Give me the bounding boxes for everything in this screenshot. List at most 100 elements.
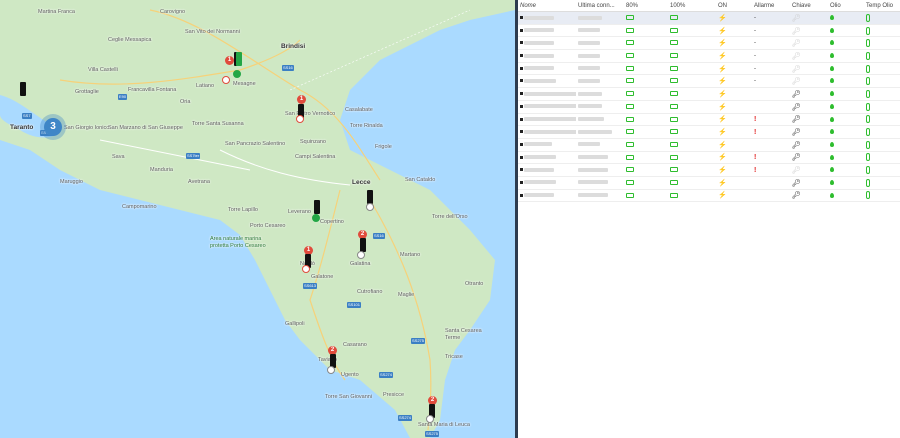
cell-on: ⚡ <box>716 163 752 177</box>
column-header-allarme[interactable]: Allarme <box>752 0 790 12</box>
table-row[interactable]: ⚡ 🔑︎ <box>518 100 900 114</box>
cell-80 <box>624 74 668 89</box>
map-label-30: Leverano <box>288 209 311 215</box>
map-marker-ring[interactable] <box>233 70 241 78</box>
row-bullet <box>520 117 523 121</box>
redacted-name <box>524 78 557 83</box>
key-icon: 🔑︎ <box>792 90 801 98</box>
bolt-icon: ⚡ <box>718 14 727 22</box>
map-marker-ring[interactable] <box>426 415 434 423</box>
table-row[interactable]: ⚡! 🔑︎ <box>518 125 900 139</box>
alarm-icon: ! <box>754 166 757 174</box>
column-header-80[interactable]: 80% <box>624 0 668 12</box>
redacted-name <box>524 91 576 96</box>
cell-100 <box>668 151 716 165</box>
map-marker-ring[interactable] <box>296 115 304 123</box>
cell-80 <box>624 24 668 38</box>
map-label-11: Taranto <box>10 124 34 131</box>
column-header-100[interactable]: 100% <box>668 0 716 12</box>
oil-drop-icon <box>830 192 834 198</box>
table-row[interactable]: ⚡ 🔑︎ <box>518 87 900 101</box>
redacted-date <box>578 129 612 134</box>
redacted-name <box>524 117 576 122</box>
redacted-date <box>578 40 600 45</box>
map-marker-pin[interactable] <box>314 200 320 214</box>
table-row[interactable]: ⚡! 🔑︎ <box>518 163 900 177</box>
table-row[interactable]: ⚡ - 🔑︎ <box>518 62 900 76</box>
cell-on: ⚡ <box>716 87 752 101</box>
table-row[interactable]: ⚡ 🔑︎ <box>518 176 900 190</box>
bolt-icon: ⚡ <box>718 154 727 162</box>
map-marker-ring[interactable] <box>312 214 320 222</box>
row-bullet <box>520 180 523 184</box>
oil-drop-icon <box>830 141 834 147</box>
redacted-name <box>524 104 576 109</box>
table-row[interactable]: ⚡ - 🔑︎ <box>518 74 900 89</box>
row-bullet <box>520 155 523 159</box>
cell-allarme: - <box>752 24 790 38</box>
table-row[interactable]: ⚡ 🔑︎ <box>518 189 900 203</box>
map-marker-cluster[interactable]: 3 <box>44 118 62 136</box>
cell-nome <box>518 113 576 127</box>
row-bullet <box>520 168 523 172</box>
column-header-temp-olio[interactable]: Temp Olio <box>864 0 900 12</box>
map-marker-badge[interactable]: 1 <box>297 95 306 104</box>
cell-on: ⚡ <box>716 24 752 38</box>
column-header-nome[interactable]: Nome <box>518 0 576 12</box>
cell-100 <box>668 176 716 190</box>
cell-temp-olio <box>864 11 900 25</box>
key-icon: 🔑︎ <box>792 27 801 35</box>
map-marker-ring[interactable] <box>327 366 335 374</box>
map-marker-pin[interactable] <box>20 82 26 96</box>
map-label-43: Santa Cesarea Terme <box>445 328 482 341</box>
battery-icon <box>626 167 634 173</box>
table-row[interactable]: ⚡ - 🔑︎ <box>518 24 900 38</box>
row-bullet <box>520 130 523 134</box>
table-row[interactable]: ⚡ - 🔑︎ <box>518 36 900 51</box>
map-label-28: Campomarino <box>122 204 157 210</box>
cell-ultima-connessione <box>576 24 624 38</box>
map-marker-pin-green[interactable] <box>236 52 242 66</box>
cell-80 <box>624 125 668 139</box>
table-row[interactable]: ⚡ - 🔑︎ <box>518 49 900 63</box>
table-row[interactable]: ⚡ 🔑︎ <box>518 138 900 152</box>
column-header-olio[interactable]: Olio <box>828 0 864 12</box>
cell-100 <box>668 62 716 76</box>
map-label-14: Torre Santa Susanna <box>192 121 244 127</box>
cell-chiave: 🔑︎ <box>790 100 828 114</box>
map-marker-badge[interactable]: 1 <box>225 56 234 65</box>
bolt-icon: ⚡ <box>718 40 727 48</box>
cell-chiave: 🔑︎ <box>790 113 828 127</box>
redacted-name <box>524 129 576 134</box>
cell-allarme: ! <box>752 113 790 127</box>
cell-ultima-connessione <box>576 87 624 101</box>
map-label-15: San Pietro Vernotico <box>285 111 336 117</box>
map-label-37: Martano <box>400 252 421 258</box>
battery-icon <box>670 78 678 84</box>
map-label-20: San Pancrazio Salentino <box>225 141 286 147</box>
map-marker-pin[interactable] <box>360 238 366 252</box>
map-view[interactable]: Martina Franca Carovigno Brindisi Ceglie… <box>0 0 515 438</box>
battery-icon <box>626 15 634 21</box>
cell-temp-olio <box>864 49 900 63</box>
table-row[interactable]: ⚡ - 🔑︎ <box>518 11 900 25</box>
column-header-on[interactable]: ON <box>716 0 752 12</box>
table-row[interactable]: ⚡! 🔑︎ <box>518 113 900 127</box>
table-header-row: Nome Ultima conn... 80% 100% ON Allarme … <box>518 0 900 12</box>
map-marker-ring[interactable] <box>366 203 374 211</box>
column-header-ultima-connessione[interactable]: Ultima conn... <box>576 0 624 12</box>
map-marker-ring[interactable] <box>222 76 230 84</box>
cell-chiave: 🔑︎ <box>790 87 828 101</box>
key-icon: 🔑︎ <box>792 141 801 149</box>
map-marker-ring[interactable] <box>357 251 365 259</box>
map-marker-ring[interactable] <box>302 265 310 273</box>
battery-icon <box>670 167 678 173</box>
cell-chiave: 🔑︎ <box>790 49 828 63</box>
column-header-chiave[interactable]: Chiave <box>790 0 828 12</box>
map-marker-pin[interactable] <box>367 190 373 204</box>
thermometer-icon <box>866 115 870 124</box>
map-label-0: Martina Franca <box>38 9 75 15</box>
cell-chiave: 🔑︎ <box>790 74 828 89</box>
road-shield-10: SS275 <box>425 431 440 437</box>
table-row[interactable]: ⚡! 🔑︎ <box>518 151 900 165</box>
